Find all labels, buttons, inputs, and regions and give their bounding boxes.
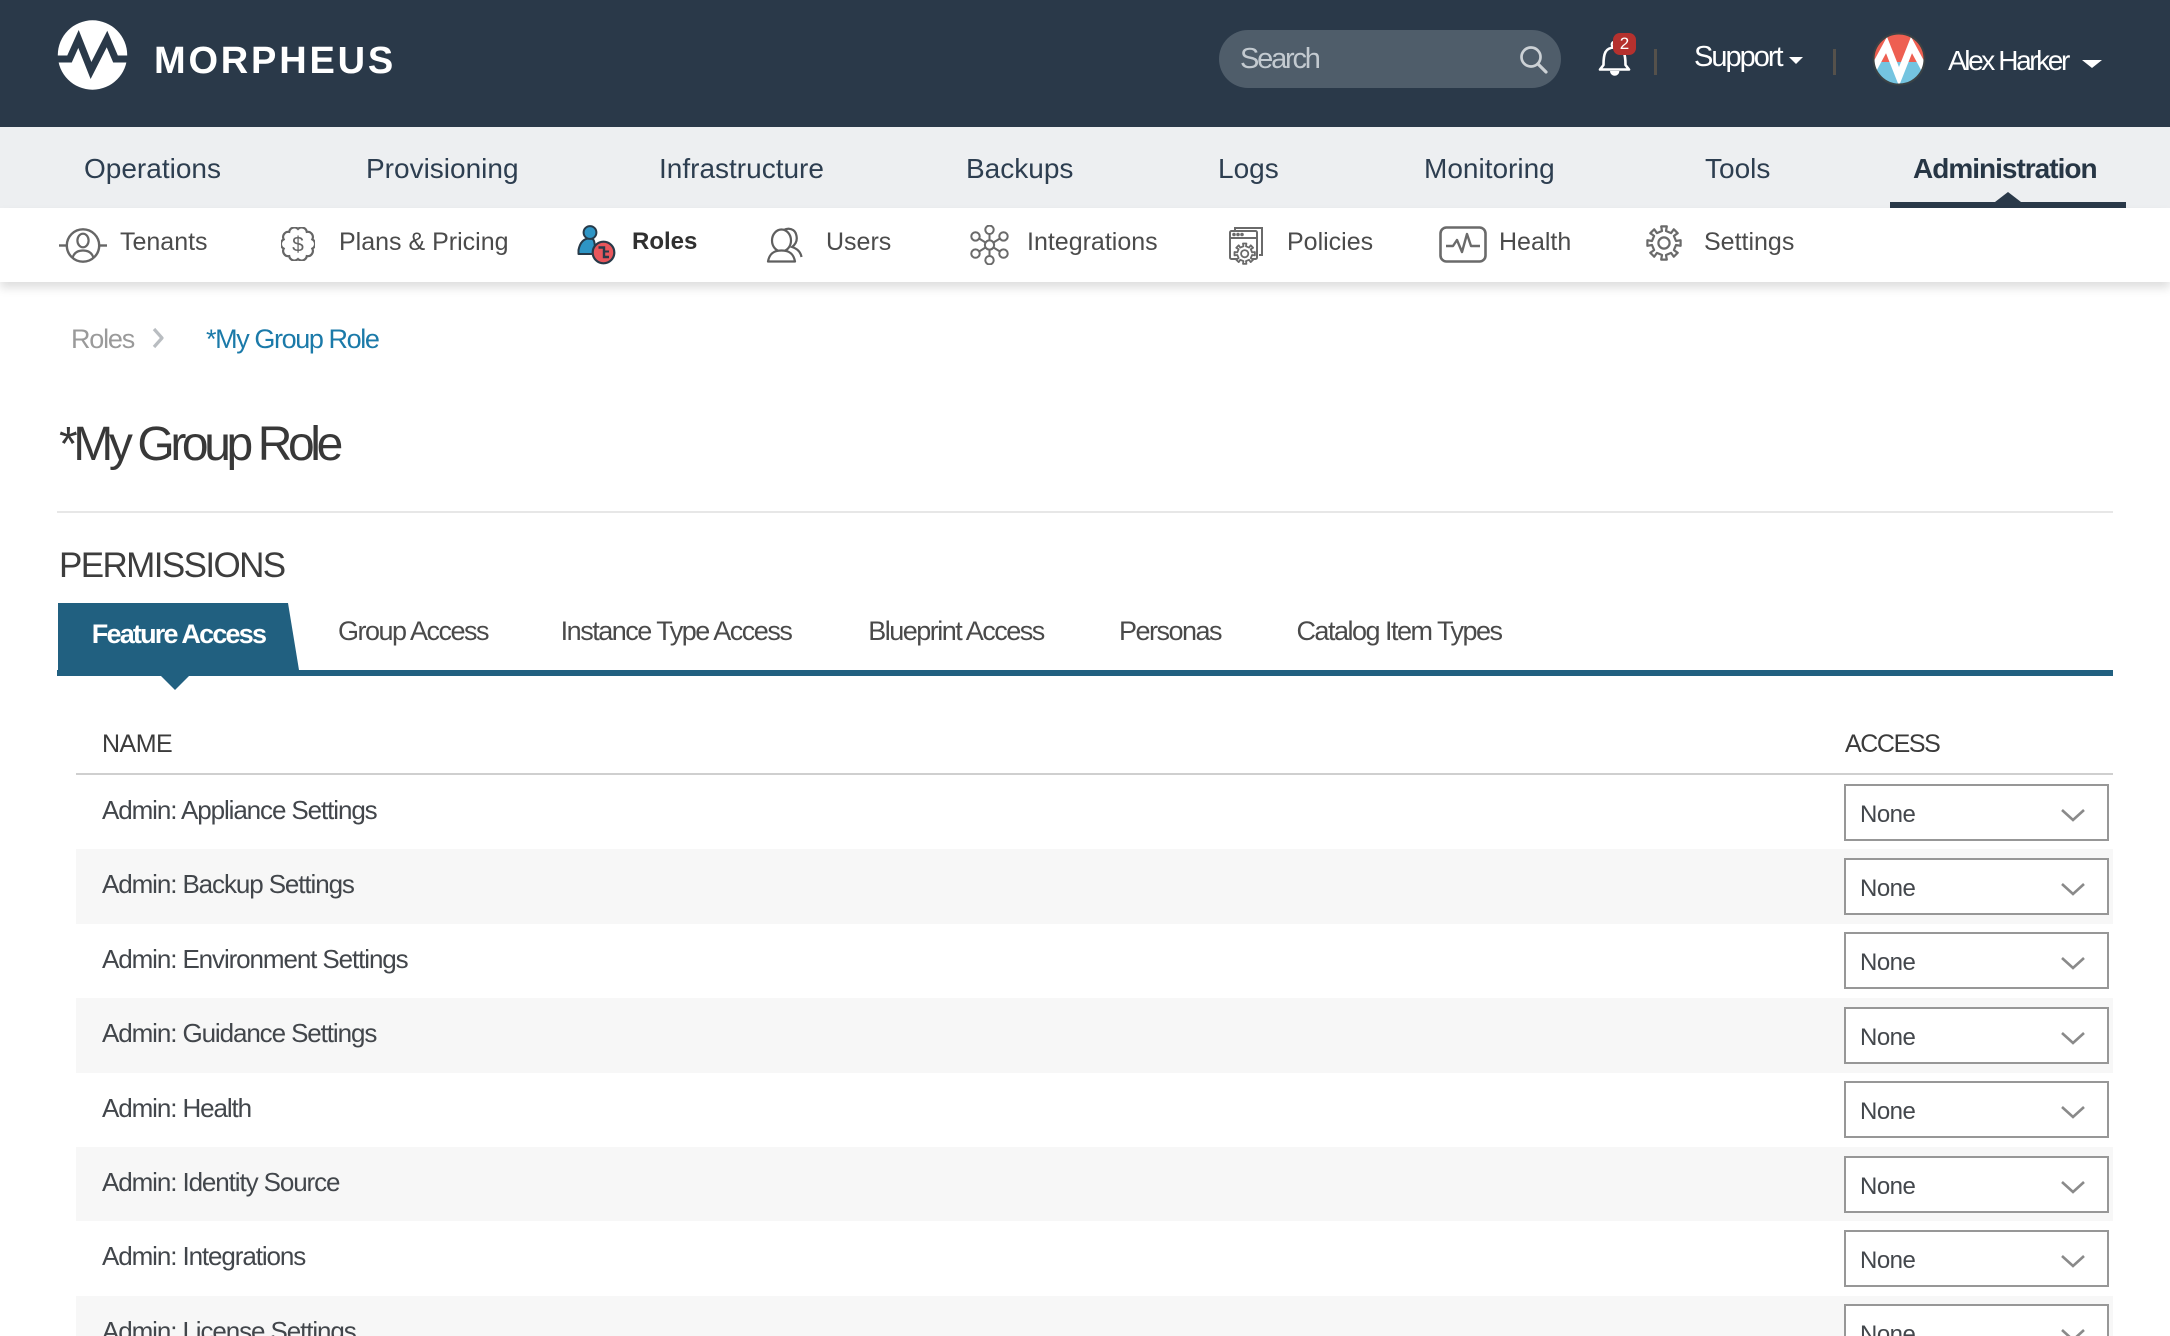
svg-text:$: $ (292, 234, 304, 257)
